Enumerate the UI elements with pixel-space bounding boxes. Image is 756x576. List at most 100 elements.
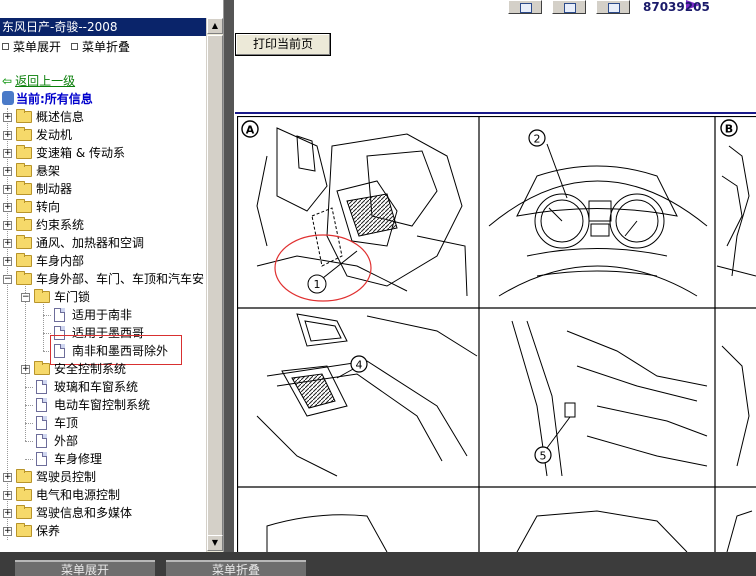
tree-item-label: 外部 [54, 434, 79, 448]
tree-item-label: 车门锁 [54, 290, 91, 304]
scroll-up-icon[interactable]: ▲ [207, 18, 223, 34]
tree-item-label: 车身内部 [36, 254, 85, 268]
folder-icon [16, 109, 32, 123]
tree-item[interactable]: 适用于南非 [0, 306, 210, 324]
plus-box-icon[interactable]: + [3, 239, 12, 248]
tree-scrollbar[interactable]: ▲ ▼ [206, 18, 223, 552]
menu-controls: 菜单展开 菜单折叠 [2, 38, 130, 56]
panel-door-callout: 4 [350, 355, 368, 373]
plus-box-icon[interactable]: + [3, 131, 12, 140]
tree-item[interactable]: 车身修理 [0, 450, 210, 468]
tree-item[interactable]: + 安全控制系统 [0, 360, 210, 378]
plus-box-icon[interactable]: + [3, 491, 12, 500]
plus-box-icon[interactable]: + [3, 203, 12, 212]
service-diagram: A 1 2 B 4 5 [237, 116, 756, 552]
menu-collapse-label: 菜单折叠 [82, 40, 131, 54]
panel-bottom-partial [266, 510, 753, 552]
tree-item[interactable]: + 电气和电源控制 [0, 486, 210, 504]
tree-item-label: 约束系统 [36, 218, 85, 232]
bottom-menu-collapse-button[interactable]: 菜单折叠 [166, 560, 306, 576]
tree-item[interactable]: 玻璃和车窗系统 [0, 378, 210, 396]
callout-2-label: 2 [534, 133, 541, 146]
scroll-down-icon[interactable]: ▼ [207, 535, 223, 551]
plus-box-icon[interactable]: + [3, 527, 12, 536]
tree-item-label: 适用于南非 [72, 308, 133, 322]
tree-item-label: 安全控制系统 [54, 362, 127, 376]
tree-item[interactable]: + 概述信息 [0, 108, 210, 126]
minus-box-icon[interactable]: − [21, 293, 30, 302]
tree-item[interactable]: + 悬架 [0, 162, 210, 180]
panel-right-partial [721, 345, 750, 467]
plus-box-icon[interactable]: + [3, 113, 12, 122]
tree-item[interactable]: + 转向 [0, 198, 210, 216]
back-arrow-icon: ⇦ [2, 74, 13, 88]
panel-a-marker-label: A [246, 124, 255, 137]
bottom-bar: 菜单展开 菜单折叠 [0, 552, 756, 576]
tree-item-label: 保养 [36, 524, 61, 538]
tree-item[interactable]: 外部 [0, 432, 210, 450]
tree-item[interactable]: + 驾驶信息和多媒体 [0, 504, 210, 522]
back-link-label: 返回上一级 [15, 74, 76, 88]
tree-item[interactable]: + 约束系统 [0, 216, 210, 234]
plus-box-icon[interactable]: + [21, 365, 30, 374]
tree-item-label: 车身修理 [54, 452, 103, 466]
plus-box-icon[interactable]: + [3, 149, 12, 158]
tree-item[interactable]: 电动车窗控制系统 [0, 396, 210, 414]
plus-box-icon[interactable]: + [3, 221, 12, 230]
tree-item-selected[interactable]: 南非和墨西哥除外 [0, 335, 210, 365]
menu-expand-label: 菜单展开 [13, 40, 62, 54]
tree-item[interactable]: − 车身外部、车门、车顶和汽车安 [0, 270, 210, 288]
panel-b-marker-label: B [725, 123, 733, 136]
tree-item[interactable]: − 车门锁 [0, 288, 210, 306]
tree-item[interactable]: + 通风、加热器和空调 [0, 234, 210, 252]
plus-box-icon[interactable]: + [3, 509, 12, 518]
expand-square-icon [2, 43, 9, 50]
bottom-menu-expand-button[interactable]: 菜单展开 [15, 560, 155, 576]
tree-item-label: 南非和墨西哥除外 [72, 344, 169, 358]
print-page-button[interactable]: 打印当前页 [235, 33, 331, 56]
tree-item-label: 电动车窗控制系统 [54, 398, 151, 412]
toolbar-button-2[interactable] [552, 0, 586, 14]
panel-divider[interactable] [224, 0, 234, 552]
document-icon [36, 398, 47, 412]
pin-icon [2, 91, 14, 105]
folder-icon [16, 217, 32, 231]
app-window: 东风日产-奇骏--2008 菜单展开 菜单折叠 ⇦返回上一级 当前:所有信息 [0, 0, 756, 576]
tree-view: + 概述信息 + 发动机 + 变速箱 & 传动系 + 悬架 + 制动器 + 转向 + 约束系统… [0, 108, 210, 540]
tree-item[interactable]: + 制动器 [0, 180, 210, 198]
panel-door-illustration [256, 313, 478, 477]
document-icon [36, 416, 47, 430]
toolbar-button-1[interactable] [508, 0, 542, 14]
menu-collapse-button[interactable]: 菜单折叠 [71, 38, 130, 56]
current-location: 当前:所有信息 [2, 90, 93, 108]
minus-box-icon[interactable]: − [3, 275, 12, 284]
folder-icon [16, 487, 32, 501]
back-link[interactable]: ⇦ 返回上一级 [2, 72, 75, 90]
plus-box-icon[interactable]: + [3, 167, 12, 176]
folder-icon [16, 235, 32, 249]
tree-item-label: 电气和电源控制 [36, 488, 121, 502]
plus-box-icon[interactable]: + [3, 473, 12, 482]
tree-item[interactable]: + 保养 [0, 522, 210, 540]
panel-cluster-callout: 2 [528, 129, 546, 147]
plus-box-icon[interactable]: + [3, 257, 12, 266]
tree-item-label: 发动机 [36, 128, 73, 142]
tree-item[interactable]: 车顶 [0, 414, 210, 432]
folder-icon [16, 523, 32, 537]
tree-item-label: 概述信息 [36, 110, 85, 124]
plus-box-icon[interactable]: + [3, 185, 12, 194]
document-icon [36, 434, 47, 448]
scroll-thumb[interactable] [207, 35, 223, 545]
toolbar-button-3[interactable] [596, 0, 630, 14]
callout-1-label: 1 [314, 278, 321, 291]
tree-item-label: 驾驶员控制 [36, 470, 97, 484]
document-icon [36, 380, 47, 394]
tree-item[interactable]: + 车身内部 [0, 252, 210, 270]
tree-item[interactable]: + 变速箱 & 传动系 [0, 144, 210, 162]
tree-item[interactable]: + 发动机 [0, 126, 210, 144]
menu-expand-button[interactable]: 菜单展开 [2, 38, 61, 56]
window-title: 东风日产-奇骏--2008 [0, 18, 206, 36]
folder-icon [16, 145, 32, 159]
callout-5-label: 5 [540, 450, 547, 463]
tree-item[interactable]: + 驾驶员控制 [0, 468, 210, 486]
